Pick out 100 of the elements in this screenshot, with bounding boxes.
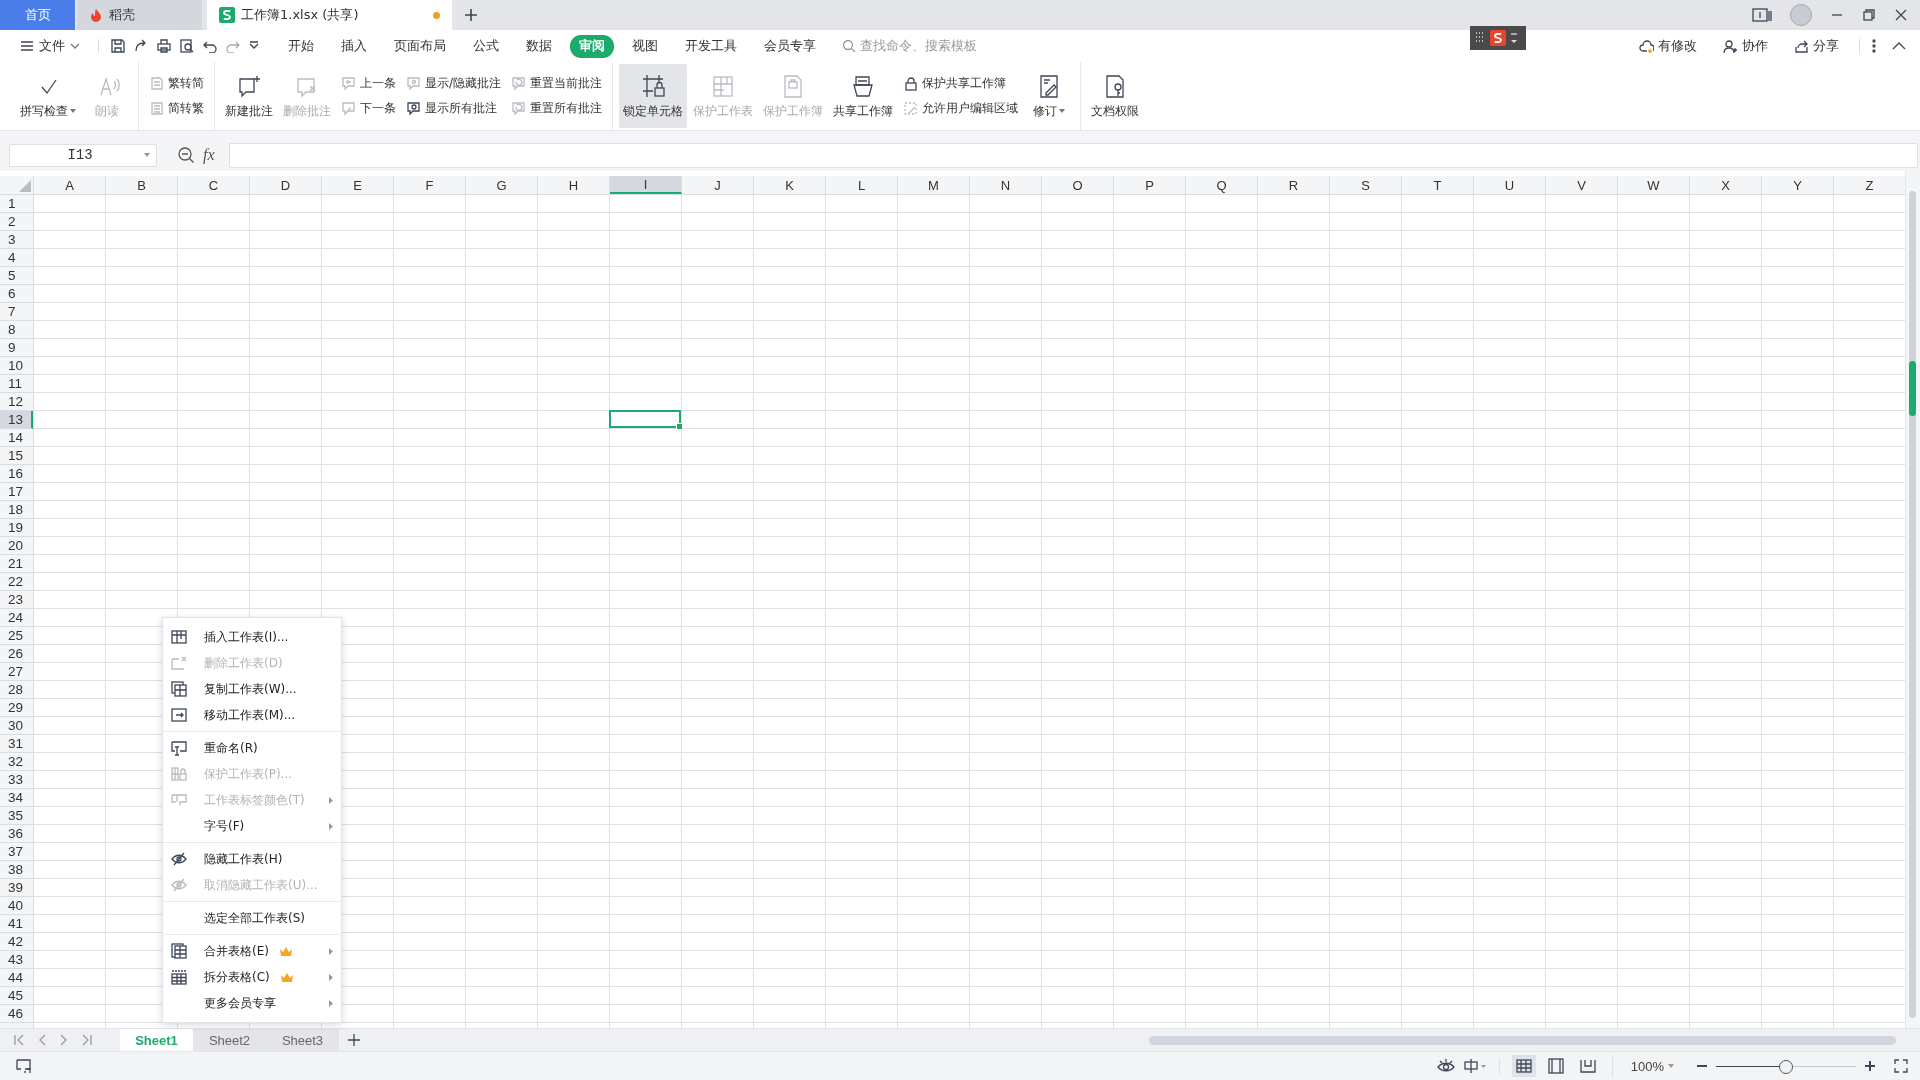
ribbon-tab[interactable]: 页面布局	[385, 34, 455, 58]
ribbon-button[interactable]: 锁定单元格	[619, 64, 688, 128]
document-tab[interactable]: 稻壳	[77, 0, 202, 30]
menu-item[interactable]: 更多会员专享	[163, 990, 341, 1016]
ribbon-button[interactable]: 修订	[1024, 64, 1075, 128]
name-box[interactable]: I13	[9, 143, 157, 167]
row-header[interactable]: 2	[0, 213, 33, 231]
ribbon-button[interactable]: 共享工作簿	[829, 64, 898, 128]
column-header[interactable]: N	[970, 176, 1042, 194]
column-header[interactable]: W	[1618, 176, 1690, 194]
row-header[interactable]: 20	[0, 537, 33, 555]
toolbar-action[interactable]: 分享	[1788, 36, 1845, 56]
column-header[interactable]: O	[1042, 176, 1114, 194]
ribbon-button[interactable]: 拼写检查	[16, 64, 80, 128]
row-header[interactable]: 9	[0, 339, 33, 357]
ribbon-tab[interactable]: 公式	[464, 34, 508, 58]
column-header[interactable]: E	[322, 176, 394, 194]
view-mode-button[interactable]	[1511, 1055, 1536, 1077]
row-header[interactable]: 46	[0, 1005, 33, 1023]
column-header[interactable]: G	[466, 176, 538, 194]
ribbon-tab[interactable]: 插入	[332, 34, 376, 58]
column-header[interactable]: M	[898, 176, 970, 194]
row-header[interactable]: 21	[0, 555, 33, 573]
print-icon[interactable]	[157, 39, 171, 53]
row-header[interactable]: 1	[0, 195, 33, 213]
export-icon[interactable]	[134, 39, 148, 53]
row-header[interactable]: 5	[0, 267, 33, 285]
row-header[interactable]: 13	[0, 411, 33, 429]
row-header[interactable]: 16	[0, 465, 33, 483]
ribbon-tab[interactable]: 开发工具	[676, 34, 746, 58]
row-header[interactable]: 30	[0, 717, 33, 735]
row-header[interactable]: 32	[0, 753, 33, 771]
ribbon-button[interactable]: 保护共享工作簿	[903, 75, 1019, 92]
fullscreen-icon[interactable]	[1894, 1059, 1908, 1073]
row-header[interactable]: 27	[0, 663, 33, 681]
zoom-icon[interactable]	[177, 146, 195, 164]
more-icon[interactable]	[1872, 39, 1876, 53]
sheet-tab[interactable]: Sheet2	[193, 1029, 266, 1051]
row-header[interactable]: 14	[0, 429, 33, 447]
undo-icon[interactable]	[203, 39, 217, 53]
column-header[interactable]: X	[1690, 176, 1762, 194]
column-header[interactable]: C	[178, 176, 250, 194]
row-header[interactable]: 19	[0, 519, 33, 537]
vertical-scrollbar[interactable]	[1905, 171, 1920, 1028]
plus-icon[interactable]	[464, 8, 478, 22]
formula-input[interactable]	[228, 142, 1918, 168]
cell-grid[interactable]	[34, 195, 1905, 1028]
row-header[interactable]: 43	[0, 951, 33, 969]
row-header[interactable]: 37	[0, 843, 33, 861]
column-header[interactable]: V	[1546, 176, 1618, 194]
row-header[interactable]: 3	[0, 231, 33, 249]
row-header[interactable]: 15	[0, 447, 33, 465]
row-header[interactable]: 40	[0, 897, 33, 915]
column-header[interactable]: U	[1474, 176, 1546, 194]
ribbon-tab[interactable]: 视图	[623, 34, 667, 58]
eye-icon[interactable]	[1436, 1058, 1455, 1074]
close-icon[interactable]	[1894, 8, 1908, 22]
caret-icon[interactable]	[249, 41, 259, 51]
row-header[interactable]: 33	[0, 771, 33, 789]
row-header[interactable]: 35	[0, 807, 33, 825]
row-header[interactable]: 42	[0, 933, 33, 951]
column-header[interactable]: A	[34, 176, 106, 194]
column-header[interactable]: F	[394, 176, 466, 194]
menu-item[interactable]: 拆分表格(C)	[163, 964, 341, 990]
row-header[interactable]: 38	[0, 861, 33, 879]
window-layout-icon[interactable]	[1752, 7, 1772, 23]
ribbon-button[interactable]: 显示所有批注	[406, 100, 502, 117]
menu-item[interactable]: 插入工作表(I)...	[163, 624, 341, 650]
slider-thumb[interactable]	[1779, 1060, 1793, 1074]
row-header[interactable]: 28	[0, 681, 33, 699]
row-header[interactable]: 18	[0, 501, 33, 519]
menu-item[interactable]: 重命名(R)	[163, 735, 341, 761]
menu-item[interactable]: 隐藏工作表(H)	[163, 846, 341, 872]
menu-item[interactable]: 选定全部工作表(S)	[163, 905, 341, 931]
save-icon[interactable]	[111, 39, 125, 53]
column-header[interactable]: P	[1114, 176, 1186, 194]
menu-item[interactable]: 字号(F)	[163, 813, 341, 839]
print-preview-icon[interactable]	[180, 39, 194, 53]
column-header[interactable]: D	[250, 176, 322, 194]
column-header[interactable]: T	[1402, 176, 1474, 194]
row-header[interactable]: 25	[0, 627, 33, 645]
row-header[interactable]: 31	[0, 735, 33, 753]
toolbar-action[interactable]: 协作	[1717, 36, 1774, 56]
row-header[interactable]: 24	[0, 609, 33, 627]
column-header[interactable]: Y	[1762, 176, 1834, 194]
row-header[interactable]: 10	[0, 357, 33, 375]
collapse-icon[interactable]	[1892, 41, 1906, 51]
menu-item[interactable]: 合并表格(E)	[163, 938, 341, 964]
row-header[interactable]: 41	[0, 915, 33, 933]
menu-item[interactable]: 复制工作表(W)...	[163, 676, 341, 702]
row-header[interactable]: 45	[0, 987, 33, 1005]
column-header[interactable]: I	[610, 176, 682, 194]
row-header[interactable]: 23	[0, 591, 33, 609]
function-button[interactable]: fx	[203, 146, 215, 164]
column-header[interactable]: S	[1330, 176, 1402, 194]
column-header[interactable]: Q	[1186, 176, 1258, 194]
restore-icon[interactable]	[1862, 8, 1876, 22]
column-header[interactable]: K	[754, 176, 826, 194]
row-header[interactable]: 8	[0, 321, 33, 339]
column-header[interactable]: B	[106, 176, 178, 194]
